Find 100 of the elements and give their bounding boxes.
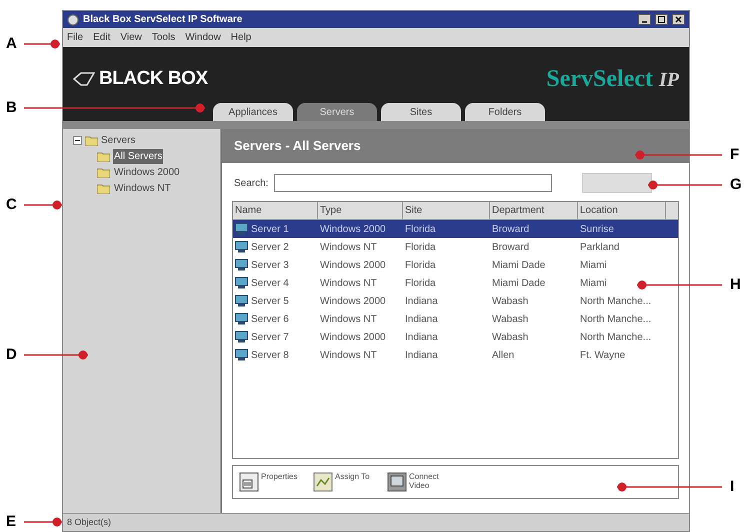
column-header[interactable]: Type: [318, 202, 403, 219]
table-cell-text: Server 1: [251, 222, 289, 236]
callout-letter: H: [730, 276, 741, 294]
menu-item[interactable]: View: [120, 30, 142, 45]
computer-icon: [235, 295, 248, 307]
table-row[interactable]: Server 7 Windows 2000 Indiana Wabash North Manche...: [233, 328, 678, 346]
window-title: Black Box ServSelect IP Software: [83, 13, 244, 27]
brand-logo: BLACK BOX: [99, 66, 208, 91]
table-row[interactable]: Server 1 Windows 2000 Florida Broward Sunrise: [233, 220, 678, 238]
table-row[interactable]: Server 5 Windows 2000 Indiana Wabash North Manche...: [233, 292, 678, 310]
table-cell-text: Indiana: [405, 312, 438, 326]
column-header[interactable]: Site: [403, 202, 490, 219]
table-row[interactable]: Server 8 Windows NT Indiana Allen Ft. Wayne: [233, 346, 678, 364]
table-cell-text: Windows NT: [320, 312, 377, 326]
computer-icon: [235, 241, 248, 253]
minimize-button[interactable]: [638, 14, 651, 25]
table-row[interactable]: Server 2 Windows NT Florida Broward Parkland: [233, 238, 678, 256]
table-cell-text: Server 2: [251, 240, 289, 254]
computer-icon: [235, 313, 248, 325]
callout-letter: F: [730, 146, 740, 164]
computer-icon: [235, 223, 248, 235]
close-icon: [675, 16, 682, 23]
table-cell-text: North Manche...: [580, 312, 652, 326]
app-icon: [67, 14, 79, 26]
folder-icon: [85, 135, 98, 146]
search-label: Search:: [234, 176, 268, 190]
collapse-toggle[interactable]: [73, 136, 82, 145]
maximize-button[interactable]: [655, 14, 668, 25]
folder-icon: [97, 183, 110, 194]
table-cell-text: Server 3: [251, 258, 289, 272]
column-header[interactable]: Location: [578, 202, 666, 219]
table-cell-text: Florida: [405, 222, 436, 236]
table-cell-text: Server 4: [251, 276, 289, 290]
close-button[interactable]: [672, 14, 685, 25]
table-cell-text: Florida: [405, 258, 436, 272]
menu-item[interactable]: Help: [230, 30, 252, 45]
table-cell-text: Florida: [405, 276, 436, 290]
table-cell-text: Miami Dade: [492, 276, 546, 290]
search-field[interactable]: [274, 174, 552, 192]
table-cell-text: Indiana: [405, 294, 438, 308]
leader-line: [24, 39, 60, 49]
table-cell-text: North Manche...: [580, 330, 652, 344]
tab[interactable]: Folders: [465, 103, 545, 121]
tree-item[interactable]: All Servers: [113, 149, 164, 164]
tab[interactable]: Sites: [381, 103, 461, 121]
callout-letter: E: [6, 513, 16, 531]
table-cell-text: North Manche...: [580, 294, 652, 308]
table-cell-text: Wabash: [492, 330, 528, 344]
computer-icon: [235, 277, 248, 289]
toolbar-button[interactable]: Properties: [239, 472, 303, 492]
monitor-icon: [387, 472, 407, 492]
logo-icon: [73, 72, 95, 86]
tab[interactable]: Appliances: [213, 103, 293, 121]
callout-letter: C: [6, 196, 17, 214]
computer-icon: [235, 259, 248, 271]
leader-line: [24, 517, 62, 527]
computer-icon: [235, 331, 248, 343]
table-cell-text: Indiana: [405, 348, 438, 362]
folder-icon: [97, 151, 110, 162]
table-cell-text: Server 7: [251, 330, 289, 344]
callout-letter: I: [730, 478, 734, 496]
toolbar-button[interactable]: Connect Video: [387, 472, 451, 492]
table-cell-text: Windows 2000: [320, 294, 386, 308]
tree-item[interactable]: Windows NT: [113, 181, 172, 196]
column-header[interactable]: Name: [233, 202, 318, 219]
minus-icon: [75, 138, 80, 143]
properties-icon: [239, 472, 259, 492]
folder-icon: [97, 167, 110, 178]
table-cell-text: Miami: [580, 258, 607, 272]
table-cell-text: Server 8: [251, 348, 289, 362]
table-cell-text: Ft. Wayne: [580, 348, 626, 362]
table-cell-text: Allen: [492, 348, 514, 362]
table-cell-text: Florida: [405, 240, 436, 254]
table-cell-text: Windows 2000: [320, 258, 386, 272]
menu-item[interactable]: Window: [185, 30, 221, 45]
maximize-icon: [658, 16, 665, 23]
table-row[interactable]: Server 3 Windows 2000 Florida Miami Dade Miami: [233, 256, 678, 274]
table-cell-text: Wabash: [492, 294, 528, 308]
menu-item[interactable]: Tools: [152, 30, 176, 45]
toolbar-button[interactable]: Assign To: [313, 472, 377, 492]
table-cell-text: Indiana: [405, 330, 438, 344]
assign-icon: [313, 472, 333, 492]
table-row[interactable]: Server 4 Windows NT Florida Miami Dade Miami: [233, 274, 678, 292]
menu-item[interactable]: File: [67, 30, 84, 45]
table-cell-text: Server 6: [251, 312, 289, 326]
panel-title: Servers - All Servers: [234, 137, 361, 156]
tree-item[interactable]: Servers: [101, 133, 136, 148]
table-row[interactable]: Server 6 Windows NT Indiana Wabash North Manche...: [233, 310, 678, 328]
callout-letter: G: [730, 176, 742, 194]
table-cell-text: Sunrise: [580, 222, 614, 236]
callout-letter: D: [6, 346, 17, 364]
tree-item[interactable]: Windows 2000: [113, 165, 181, 180]
table-cell-text: Windows NT: [320, 276, 377, 290]
product-logo: ServSelect IP: [546, 65, 679, 94]
table-cell-text: Windows 2000: [320, 330, 386, 344]
menu-item[interactable]: Edit: [93, 30, 110, 45]
table-cell-text: Windows 2000: [320, 222, 386, 236]
table-cell-text: Windows NT: [320, 240, 377, 254]
column-header[interactable]: Department: [490, 202, 578, 219]
callout-letter: B: [6, 99, 17, 117]
